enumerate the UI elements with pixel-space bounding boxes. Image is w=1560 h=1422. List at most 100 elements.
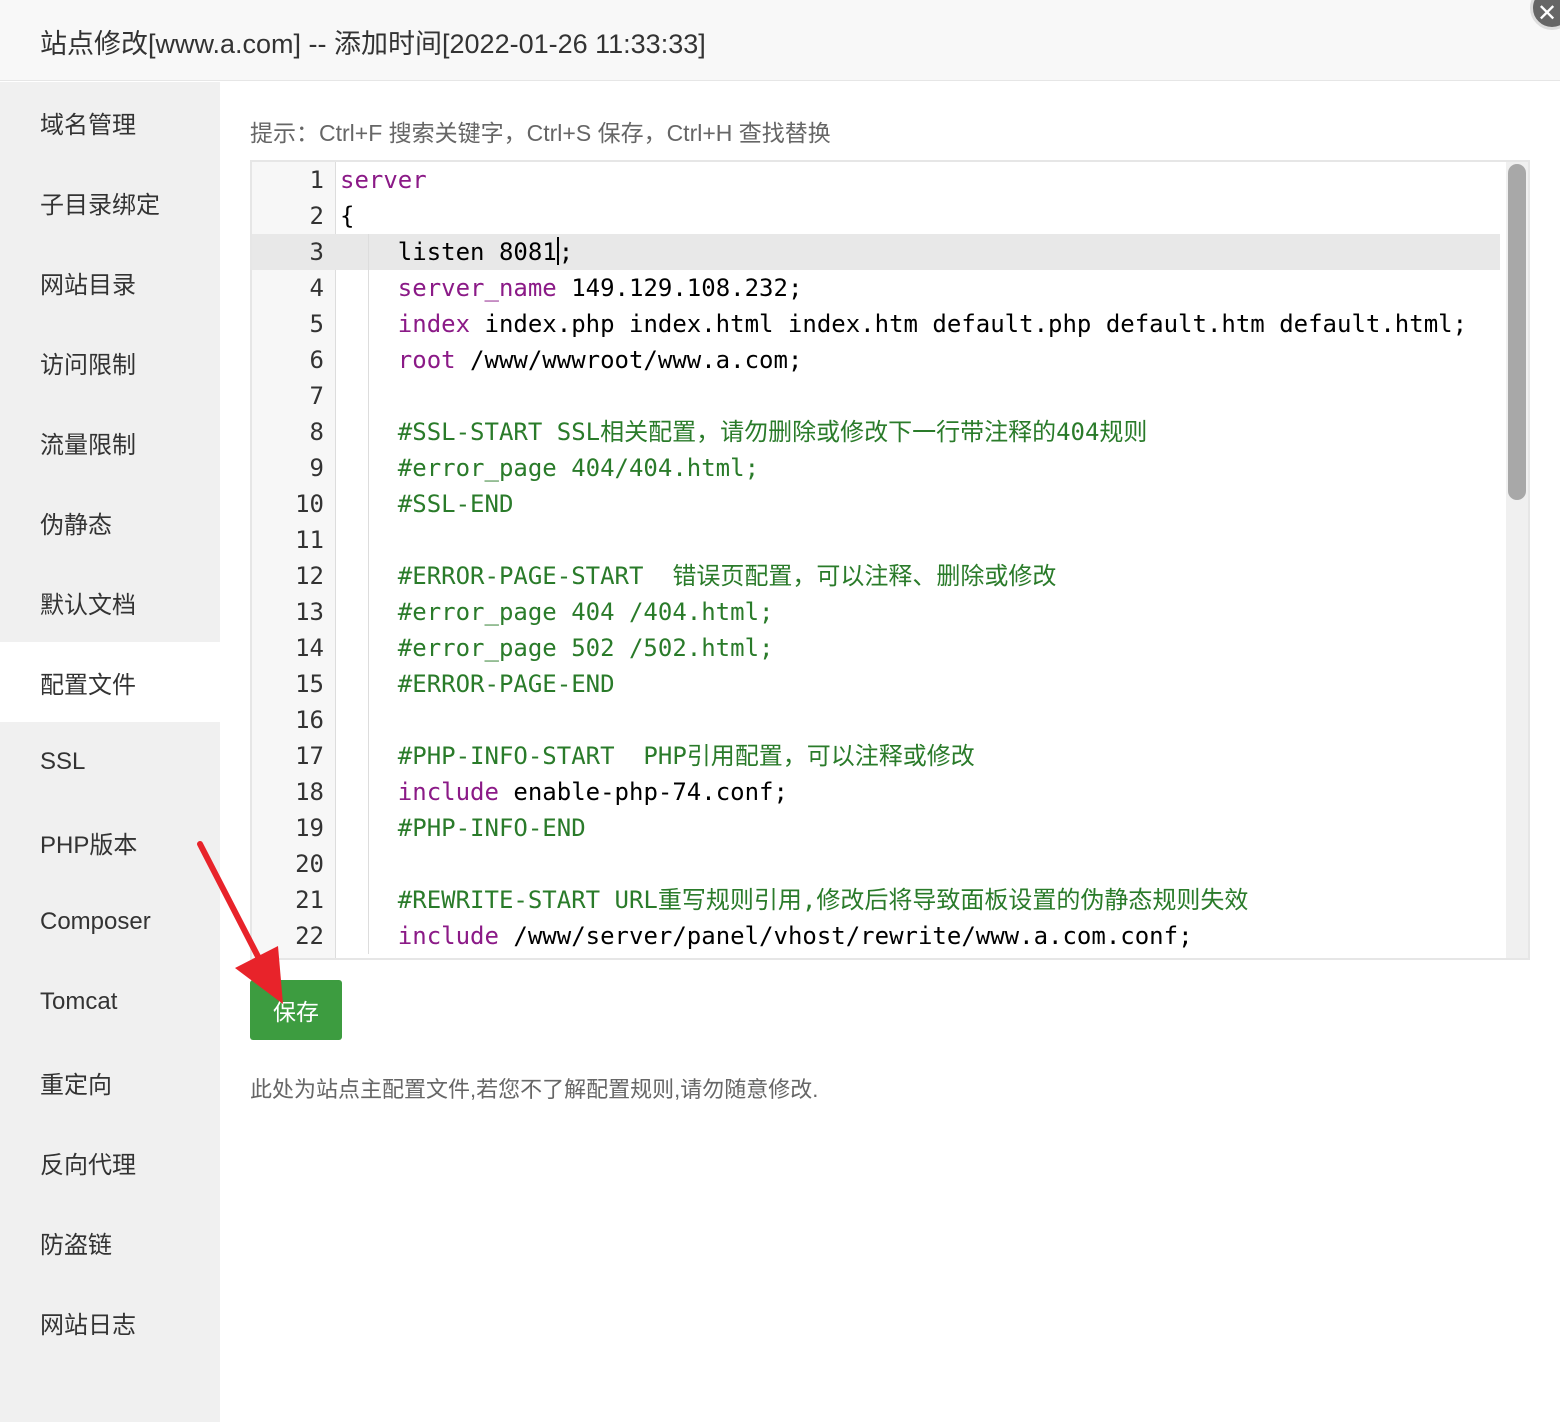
- editor-line[interactable]: 22 include /www/server/panel/vhost/rewri…: [252, 918, 1500, 954]
- line-number: 7: [309, 382, 324, 410]
- editor-line[interactable]: 14 #error_page 502 /502.html;: [252, 630, 1500, 666]
- indent-guide: [368, 846, 369, 882]
- editor-line[interactable]: 4 server_name 149.129.108.232;: [252, 270, 1500, 306]
- code-comment: #REWRITE-START URL重写规则引用,修改后将导致面板设置的伪静态规…: [340, 886, 1249, 914]
- sidebar-item[interactable]: Composer: [0, 882, 220, 962]
- code-comment: #ERROR-PAGE-END: [340, 670, 615, 698]
- editor-line[interactable]: 16: [252, 702, 1500, 738]
- line-number: 16: [295, 706, 324, 734]
- editor-line[interactable]: 2{: [252, 198, 1500, 234]
- indent-guide: [368, 702, 369, 738]
- sidebar-item[interactable]: 重定向: [0, 1042, 220, 1122]
- shortcut-tip: 提示：Ctrl+F 搜索关键字，Ctrl+S 保存，Ctrl+H 查找替换: [250, 120, 831, 146]
- indent-guide: [368, 378, 369, 414]
- editor-scrollbar-thumb[interactable]: [1508, 164, 1526, 500]
- code-keyword: include: [340, 922, 499, 950]
- sidebar-item[interactable]: SSL: [0, 722, 220, 802]
- code-text: #ERROR-PAGE-END: [340, 666, 615, 702]
- editor-line[interactable]: 10 #SSL-END: [252, 486, 1500, 522]
- code-text: server_name 149.129.108.232;: [340, 270, 803, 306]
- code-keyword: include: [340, 778, 499, 806]
- code-text: root /www/wwwroot/www.a.com;: [340, 342, 803, 378]
- code-text: #PHP-INFO-END: [340, 810, 586, 846]
- editor-line[interactable]: 11: [252, 522, 1500, 558]
- code-comment: #error_page 404 /404.html;: [340, 598, 774, 626]
- code-comment: #error_page 404/404.html;: [340, 454, 760, 482]
- editor-lines[interactable]: 1 server 2{3 listen 8081; 4 server_name 149…: [252, 162, 1500, 954]
- code-text: #ERROR-PAGE-START 错误页配置，可以注释、删除或修改: [340, 558, 1057, 594]
- config-editor[interactable]: 1 server 2{3 listen 8081; 4 server_name 149…: [250, 160, 1530, 960]
- code-comment: #SSL-END: [340, 490, 514, 518]
- line-number: 10: [295, 490, 324, 518]
- indent-guide: [368, 522, 369, 558]
- line-number: 15: [295, 670, 324, 698]
- code-text: #error_page 502 /502.html;: [340, 630, 774, 666]
- line-number: 13: [295, 598, 324, 626]
- sidebar-item[interactable]: 反向代理: [0, 1122, 220, 1202]
- code-text: {: [340, 198, 354, 234]
- editor-line[interactable]: 6 root /www/wwwroot/www.a.com;: [252, 342, 1500, 378]
- code-keyword: server_name: [340, 274, 557, 302]
- code-text: #error_page 404/404.html;: [340, 450, 759, 486]
- sidebar-item[interactable]: Tomcat: [0, 962, 220, 1042]
- editor-line[interactable]: 7: [252, 378, 1500, 414]
- code-text: index index.php index.html index.htm def…: [340, 306, 1467, 342]
- editor-line[interactable]: 21 #REWRITE-START URL重写规则引用,修改后将导致面板设置的伪…: [252, 882, 1500, 918]
- window-title: 站点修改[www.a.com] -- 添加时间[2022-01-26 11:33…: [40, 29, 706, 59]
- line-number: 18: [295, 778, 324, 806]
- code-keyword: index: [340, 310, 471, 338]
- config-warning-note: 此处为站点主配置文件,若您不了解配置规则,请勿随意修改.: [250, 1077, 819, 1102]
- sidebar-item[interactable]: 网站目录: [0, 242, 220, 322]
- sidebar-item[interactable]: 配置文件: [0, 642, 220, 722]
- line-number: 9: [309, 454, 324, 482]
- sidebar-item[interactable]: 子目录绑定: [0, 162, 220, 242]
- editor-line[interactable]: 9 #error_page 404/404.html;: [252, 450, 1500, 486]
- editor-line[interactable]: 8 #SSL-START SSL相关配置，请勿删除或修改下一行带注释的404规则: [252, 414, 1500, 450]
- editor-line[interactable]: 12 #ERROR-PAGE-START 错误页配置，可以注释、删除或修改: [252, 558, 1500, 594]
- line-number: 2: [309, 202, 324, 230]
- sidebar-item[interactable]: PHP版本: [0, 802, 220, 882]
- editor-line[interactable]: 1 server: [252, 162, 1500, 198]
- editor-line[interactable]: 20: [252, 846, 1500, 882]
- editor-line[interactable]: 17 #PHP-INFO-START PHP引用配置，可以注释或修改: [252, 738, 1500, 774]
- code-value: listen 8081: [340, 238, 557, 266]
- window-header: 站点修改[www.a.com] -- 添加时间[2022-01-26 11:33…: [0, 0, 1560, 81]
- line-number: 11: [295, 526, 324, 554]
- code-value: /www/wwwroot/www.a.com;: [455, 346, 803, 374]
- sidebar-item[interactable]: 网站日志: [0, 1282, 220, 1362]
- code-comment: #PHP-INFO-END: [340, 814, 586, 842]
- line-number: 14: [295, 634, 324, 662]
- code-value: {: [340, 202, 355, 230]
- line-number: 12: [295, 562, 324, 590]
- line-number: 8: [309, 418, 324, 446]
- line-number: 3: [309, 238, 324, 266]
- line-number: 4: [309, 274, 324, 302]
- code-value: 149.129.108.232;: [556, 274, 803, 302]
- code-text: include enable-php-74.conf;: [340, 774, 788, 810]
- code-text: listen 8081;: [340, 234, 573, 270]
- line-number: 6: [309, 346, 324, 374]
- sidebar-item[interactable]: 流量限制: [0, 402, 220, 482]
- editor-line[interactable]: 5 index index.php index.html index.htm d…: [252, 306, 1500, 342]
- sidebar-item[interactable]: 访问限制: [0, 322, 220, 402]
- code-punctuation: ;: [558, 238, 574, 266]
- code-value: /www/server/panel/vhost/rewrite/www.a.co…: [498, 922, 1193, 950]
- main-panel: 提示：Ctrl+F 搜索关键字，Ctrl+S 保存，Ctrl+H 查找替换 1s…: [220, 82, 1560, 1422]
- editor-line[interactable]: 15 #ERROR-PAGE-END: [252, 666, 1500, 702]
- code-comment: #PHP-INFO-START PHP引用配置，可以注释或修改: [340, 742, 975, 770]
- editor-scrollbar[interactable]: [1506, 162, 1528, 958]
- sidebar-item[interactable]: 伪静态: [0, 482, 220, 562]
- editor-line[interactable]: 19 #PHP-INFO-END: [252, 810, 1500, 846]
- code-value: enable-php-74.conf;: [498, 778, 788, 806]
- sidebar: 域名管理 子目录绑定 网站目录 访问限制 流量限制 伪静态 默认文档 配置文件 SSL PHP版本…: [0, 82, 220, 1422]
- sidebar-item[interactable]: 域名管理: [0, 82, 220, 162]
- editor-line[interactable]: 18 include enable-php-74.conf;: [252, 774, 1500, 810]
- code-text: #REWRITE-START URL重写规则引用,修改后将导致面板设置的伪静态规…: [340, 882, 1249, 918]
- sidebar-item[interactable]: 默认文档: [0, 562, 220, 642]
- editor-line[interactable]: 3 listen 8081;: [252, 234, 1500, 270]
- close-icon[interactable]: ✕: [1530, 0, 1560, 30]
- code-comment: #SSL-START SSL相关配置，请勿删除或修改下一行带注释的404规则: [340, 418, 1148, 446]
- editor-line[interactable]: 13 #error_page 404 /404.html;: [252, 594, 1500, 630]
- sidebar-item[interactable]: 防盗链: [0, 1202, 220, 1282]
- code-text: #SSL-START SSL相关配置，请勿删除或修改下一行带注释的404规则: [340, 414, 1148, 450]
